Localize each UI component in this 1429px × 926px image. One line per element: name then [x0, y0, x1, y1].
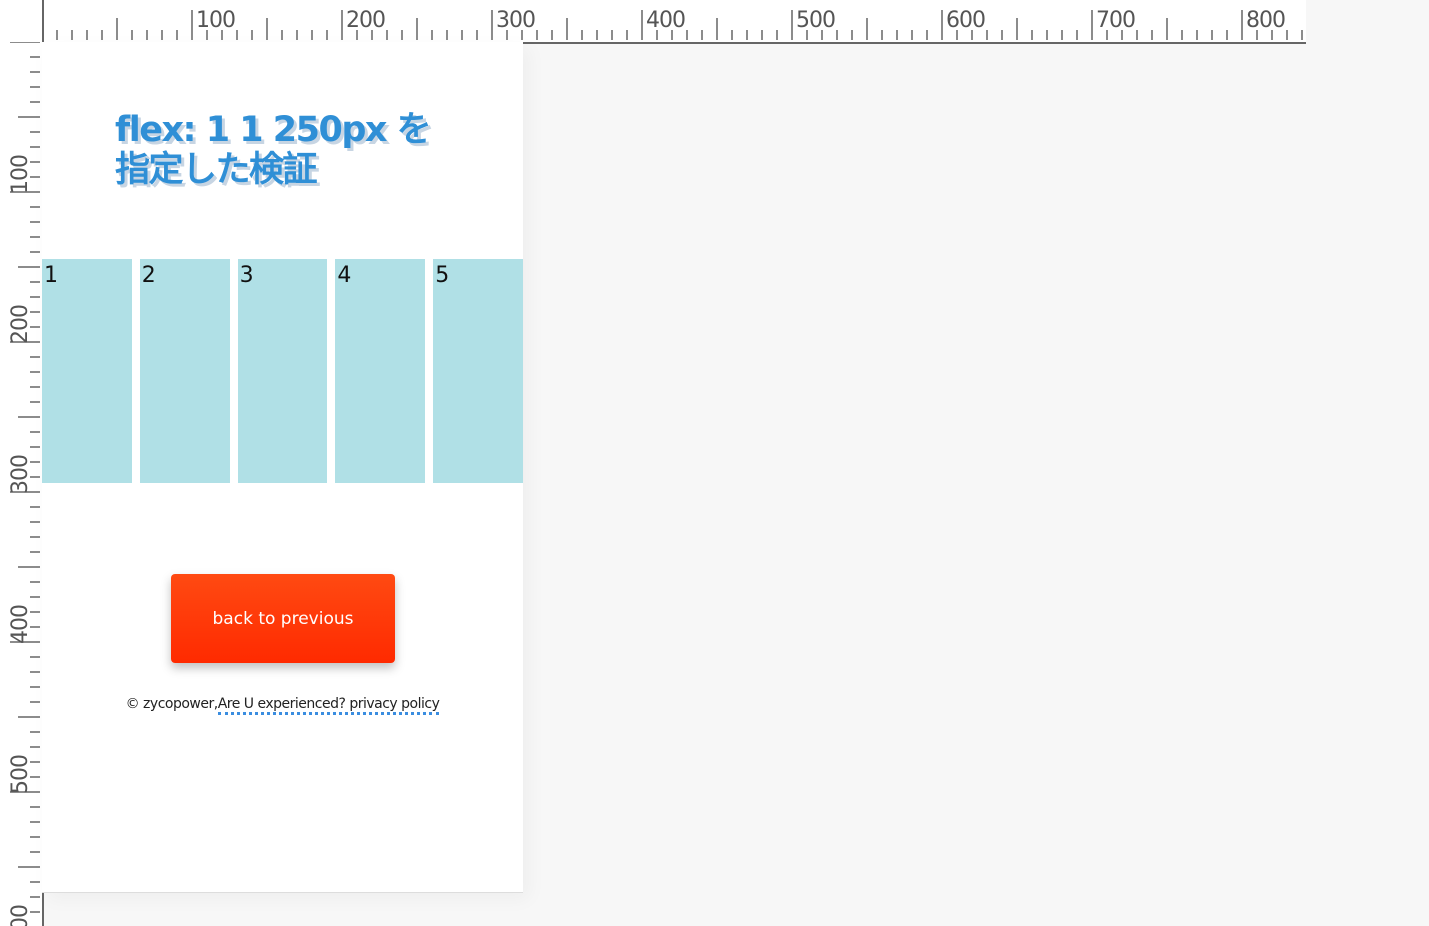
ruler-top-label: 800 — [1246, 8, 1286, 33]
ruler-top: 100 200 300 400 500 600 700 800 — [0, 0, 1306, 44]
device-viewport: flex: 1 1 250px を 指定した検証 1 2 3 4 5 back … — [42, 42, 523, 893]
flex-item-5: 5 — [433, 259, 523, 483]
browser-stage: 100 200 300 400 500 600 700 800 100 200 … — [0, 0, 1429, 926]
ruler-left-label: 600 — [8, 905, 33, 926]
flex-container: 1 2 3 4 5 — [42, 259, 523, 483]
page-title-line1: flex: 1 1 250px を — [115, 110, 432, 150]
ruler-left-label: 200 — [8, 305, 33, 344]
ruler-top-label: 200 — [346, 8, 386, 33]
ruler-left-label: 400 — [8, 605, 33, 644]
page-title-line2: 指定した検証 — [115, 150, 318, 190]
ruler-top-label: 500 — [796, 8, 836, 33]
ruler-left-label: 100 — [8, 155, 33, 194]
footer: © zycopower,Are U experienced? privacy p… — [42, 696, 523, 715]
ruler-top-label: 600 — [946, 8, 986, 33]
flex-item-3: 3 — [237, 259, 328, 483]
ruler-top-label: 100 — [196, 8, 236, 33]
ruler-left-label: 500 — [8, 755, 33, 794]
ruler-left: 100 200 300 400 500 600 — [0, 0, 44, 926]
ruler-left-label: 300 — [8, 455, 33, 494]
privacy-policy-link[interactable]: Are U experienced? privacy policy — [217, 696, 440, 715]
ruler-top-label: 700 — [1096, 8, 1136, 33]
page-title: flex: 1 1 250px を 指定した検証 — [115, 110, 475, 190]
ruler-top-label: 300 — [496, 8, 536, 33]
back-to-previous-button[interactable]: back to previous — [171, 574, 395, 663]
ruler-top-label: 400 — [646, 8, 686, 33]
flex-item-2: 2 — [139, 259, 230, 483]
copyright-text: © zycopower, — [125, 696, 219, 712]
ruler-corner — [0, 0, 42, 42]
flex-item-4: 4 — [335, 259, 426, 483]
flex-item-1: 1 — [42, 259, 132, 483]
